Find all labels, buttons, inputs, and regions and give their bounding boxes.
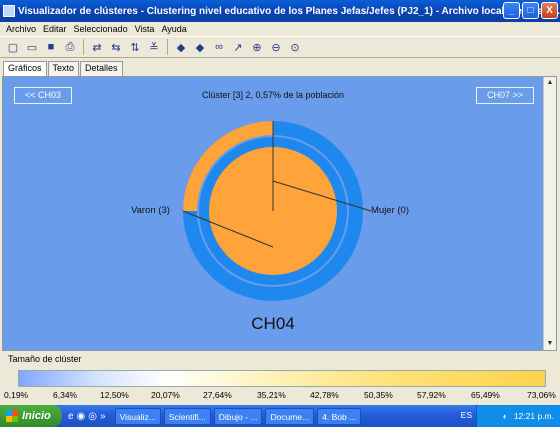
tick-label: 35,21% bbox=[257, 390, 286, 400]
arrow-right-icon[interactable]: ◆ bbox=[191, 38, 209, 56]
chart-panel: Varon (3) Mujer (0) CH04 << CH03 Clúster… bbox=[2, 76, 557, 351]
clock: 12:21 p.m. bbox=[513, 411, 554, 421]
toolbar-separator bbox=[167, 39, 168, 55]
system-tray: ◐ 12:21 p.m. bbox=[476, 405, 560, 427]
new-icon[interactable]: ▢ bbox=[4, 38, 22, 56]
maximize-button[interactable]: □ bbox=[522, 2, 539, 19]
arrow-left-icon[interactable]: ◆ bbox=[172, 38, 190, 56]
tick-label: 42,78% bbox=[310, 390, 339, 400]
taskbar: Inicio e ◉ ◎ » Visualiz... Scientifi... … bbox=[0, 405, 560, 427]
scroll-down-icon[interactable]: ▼ bbox=[544, 338, 556, 350]
start-button[interactable]: Inicio bbox=[0, 405, 62, 427]
tab-detalles[interactable]: Detalles bbox=[80, 61, 123, 76]
chevron-right-icon[interactable]: » bbox=[100, 411, 106, 422]
app-icon bbox=[3, 5, 15, 17]
tick-label: 50,35% bbox=[364, 390, 393, 400]
menu-editar[interactable]: Editar bbox=[43, 24, 67, 34]
label-varon: Varon (3) bbox=[131, 205, 170, 216]
refresh-icon[interactable]: ⇆ bbox=[107, 38, 125, 56]
desktop-icon[interactable]: ◉ bbox=[77, 411, 86, 422]
sort-icon[interactable]: ⇅ bbox=[126, 38, 144, 56]
tray-icon[interactable]: ◐ bbox=[503, 411, 508, 421]
cluster-label: Clúster [3] 2, 0,57% de la población bbox=[201, 90, 345, 100]
toolbar: ▢ ▭ ■ ⎙ ⇄ ⇆ ⇅ ≚ ◆ ◆ ∞ ↗ ⊕ ⊖ ⊙ bbox=[0, 36, 560, 58]
label-mujer: Mujer (0) bbox=[371, 205, 409, 216]
menu-bar: Archivo Editar Seleccionado Vista Ayuda bbox=[0, 22, 560, 36]
task-item[interactable]: Visualiz... bbox=[114, 407, 161, 425]
task-item[interactable]: Dibujo - ... bbox=[213, 407, 263, 425]
tick-label: 6,34% bbox=[53, 390, 78, 400]
zoom-out-icon[interactable]: ⊖ bbox=[267, 38, 285, 56]
prev-cluster-button[interactable]: << CH03 bbox=[14, 87, 72, 104]
minimize-button[interactable]: _ bbox=[503, 2, 520, 19]
next-cluster-button[interactable]: CH07 >> bbox=[476, 87, 534, 104]
toolbar-separator bbox=[83, 39, 84, 55]
task-item[interactable]: Docume... bbox=[265, 407, 315, 425]
task-item[interactable]: Scientifi... bbox=[163, 407, 211, 425]
cluster-size-title: Tamaño de clúster bbox=[8, 354, 82, 364]
binoculars-icon[interactable]: ∞ bbox=[210, 38, 228, 56]
tab-graficos[interactable]: Gráficos bbox=[3, 61, 47, 76]
tab-texto[interactable]: Texto bbox=[47, 61, 80, 76]
vertical-scrollbar[interactable]: ▲ ▼ bbox=[543, 77, 556, 350]
menu-archivo[interactable]: Archivo bbox=[6, 24, 36, 34]
window-title: Visualizador de clústeres - Clustering n… bbox=[18, 5, 560, 17]
title-bar: Visualizador de clústeres - Clustering n… bbox=[0, 0, 560, 22]
menu-seleccionado[interactable]: Seleccionado bbox=[74, 24, 128, 34]
gradient-ticks: 0,19% 6,34% 12,50% 20,07% 27,64% 35,21% … bbox=[0, 390, 560, 402]
tick-label: 65,49% bbox=[471, 390, 500, 400]
menu-ayuda[interactable]: Ayuda bbox=[161, 24, 186, 34]
start-label: Inicio bbox=[22, 410, 51, 422]
ie-icon[interactable]: e bbox=[68, 411, 74, 422]
quick-launch: e ◉ ◎ » bbox=[62, 411, 112, 422]
cluster-chart: Varon (3) Mujer (0) CH04 bbox=[131, 121, 409, 333]
language-indicator[interactable]: ES bbox=[461, 410, 472, 420]
open-icon[interactable]: ▭ bbox=[23, 38, 41, 56]
windows-logo-icon bbox=[6, 410, 18, 422]
tick-label: 27,64% bbox=[203, 390, 232, 400]
tab-strip: Gráficos Texto Detalles bbox=[3, 61, 124, 76]
cluster-size-gradient bbox=[18, 370, 546, 387]
pointer-icon[interactable]: ↗ bbox=[229, 38, 247, 56]
scroll-up-icon[interactable]: ▲ bbox=[544, 77, 556, 89]
firefox-icon[interactable]: ◎ bbox=[88, 411, 97, 422]
menu-vista[interactable]: Vista bbox=[135, 24, 155, 34]
zoom-reset-icon[interactable]: ⊙ bbox=[286, 38, 304, 56]
save-icon[interactable]: ■ bbox=[42, 38, 60, 56]
chart-center-label: CH04 bbox=[251, 314, 294, 333]
tick-label: 12,50% bbox=[100, 390, 129, 400]
tick-label: 0,19% bbox=[4, 390, 29, 400]
close-button[interactable]: X bbox=[541, 2, 558, 19]
tick-label: 20,07% bbox=[151, 390, 180, 400]
task-item[interactable]: 4. Bob ... bbox=[317, 407, 362, 425]
zoom-in-icon[interactable]: ⊕ bbox=[248, 38, 266, 56]
print-icon[interactable]: ⎙ bbox=[61, 38, 79, 56]
swap-icon[interactable]: ⇄ bbox=[88, 38, 106, 56]
filter-icon[interactable]: ≚ bbox=[145, 38, 163, 56]
tick-label: 73,06% bbox=[527, 390, 556, 400]
tick-label: 57,92% bbox=[417, 390, 446, 400]
